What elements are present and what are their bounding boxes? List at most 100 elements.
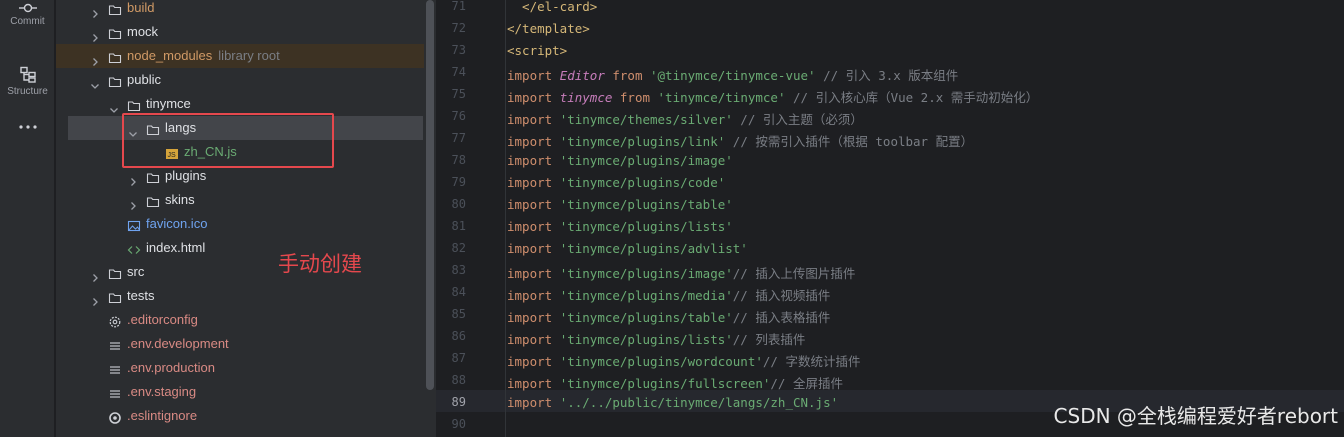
tree-item-mock[interactable]: mock	[56, 20, 424, 44]
tree-item-src[interactable]: src	[56, 260, 424, 284]
structure-icon	[19, 66, 36, 83]
file-name: src	[127, 264, 145, 279]
folder-icon	[108, 49, 122, 64]
code-token: import	[507, 288, 560, 303]
code-line[interactable]: import 'tinymce/plugins/table'	[507, 197, 733, 212]
code-line[interactable]: import 'tinymce/plugins/lists'// 列表插件	[507, 329, 805, 348]
more-tools-button[interactable]	[0, 124, 55, 132]
tree-item-node-modules[interactable]: node_modules library root	[56, 44, 424, 68]
code-token: 'tinymce/plugins/lists'	[559, 332, 733, 347]
file-name: mock	[127, 24, 159, 39]
tree-item-skins[interactable]: skins	[56, 188, 424, 212]
image-file-icon	[127, 217, 141, 232]
code-token: import	[507, 153, 560, 168]
tree-item-label: .editorconfig	[127, 308, 198, 332]
chevron-down-icon[interactable]	[109, 99, 119, 113]
code-token: 'tinymce/plugins/image'	[559, 153, 733, 168]
code-line[interactable]: import '../../public/tinymce/langs/zh_CN…	[507, 395, 838, 410]
file-name: .env.production	[127, 360, 215, 375]
code-token: 'tinymce/plugins/lists'	[559, 219, 733, 234]
code-line[interactable]: </el-card>	[507, 0, 597, 14]
file-name: index.html	[146, 240, 206, 255]
tree-item-public[interactable]: public	[56, 68, 424, 92]
code-line[interactable]: import tinymce from 'tinymce/tinymce' //…	[507, 87, 1038, 106]
chevron-right-icon[interactable]	[90, 3, 100, 18]
file-name: .editorconfig	[127, 312, 198, 327]
code-line[interactable]: import 'tinymce/plugins/fullscreen'// 全屏…	[507, 373, 843, 392]
code-token: import	[507, 241, 560, 256]
code-token: // 插入视频插件	[732, 288, 831, 303]
file-name: tinymce	[146, 96, 191, 111]
tree-item-label: public	[127, 68, 161, 92]
code-token: </template>	[507, 21, 590, 36]
code-token: import	[507, 197, 560, 212]
line-number: 82	[451, 241, 466, 255]
file-name: favicon.ico	[146, 216, 208, 231]
code-token: import	[507, 219, 560, 234]
tree-item-label: mock	[127, 20, 158, 44]
folder-icon	[127, 97, 141, 112]
code-token: // 插入上传图片插件	[732, 266, 856, 281]
code-token: import	[507, 112, 560, 127]
code-line[interactable]: import 'tinymce/plugins/media'// 插入视频插件	[507, 285, 830, 304]
code-line[interactable]: import 'tinymce/themes/silver' // 引入主题（必…	[507, 109, 863, 128]
config-file-icon	[108, 313, 122, 328]
highlight-box	[122, 113, 334, 168]
file-name: .env.development	[127, 336, 229, 351]
tree-item-label: favicon.ico	[146, 212, 207, 236]
chevron-right-icon[interactable]	[128, 171, 138, 186]
gutter-divider	[505, 0, 506, 437]
code-token: import	[507, 395, 560, 410]
chevron-right-icon[interactable]	[128, 195, 138, 210]
chevron-right-icon[interactable]	[90, 267, 100, 282]
code-line[interactable]: import 'tinymce/plugins/code'	[507, 175, 725, 190]
line-number: 86	[451, 329, 466, 343]
code-line[interactable]: import 'tinymce/plugins/advlist'	[507, 241, 748, 256]
chevron-right-icon[interactable]	[90, 51, 100, 66]
code-token: </el-card>	[507, 0, 598, 14]
line-number-gutter: 71 72 73 74 75 76 77 78 79 80 81 82 83 84 85 86 87 88 89 90	[436, 0, 506, 437]
code-line[interactable]: <script>	[507, 43, 567, 58]
chevron-right-icon[interactable]	[90, 27, 100, 42]
tree-item-build[interactable]: build	[56, 0, 424, 20]
code-line[interactable]: import 'tinymce/plugins/link' // 按需引入插件（…	[507, 131, 973, 150]
tree-item-editorconfig[interactable]: .editorconfig	[56, 308, 424, 332]
tree-item-env-staging[interactable]: .env.staging	[56, 380, 424, 404]
line-number: 85	[451, 307, 466, 321]
code-token: import	[507, 175, 560, 190]
tree-scrollbar[interactable]	[426, 0, 434, 390]
file-name: tests	[127, 288, 155, 303]
tree-item-tests[interactable]: tests	[56, 284, 424, 308]
tree-item-label: index.html	[146, 236, 205, 260]
code-token: 'tinymce/plugins/wordcount'	[559, 354, 763, 369]
activity-bar: Commit Structure	[0, 0, 55, 437]
tree-item-label: src	[127, 260, 144, 284]
line-number: 79	[451, 175, 466, 189]
chevron-down-icon[interactable]	[90, 75, 100, 89]
tree-item-env-development[interactable]: .env.development	[56, 332, 424, 356]
code-token: // 插入表格插件	[732, 310, 831, 325]
code-line[interactable]: </template>	[507, 21, 590, 36]
more-icon	[18, 125, 37, 129]
tree-item-index-html[interactable]: index.html	[56, 236, 424, 260]
tree-item-eslintignore[interactable]: .eslintignore	[56, 404, 424, 428]
code-line[interactable]: import 'tinymce/plugins/lists'	[507, 219, 733, 234]
code-line[interactable]: import 'tinymce/plugins/image'	[507, 153, 733, 168]
tree-item-env-production[interactable]: .env.production	[56, 356, 424, 380]
code-line[interactable]: import 'tinymce/plugins/wordcount'// 字数统…	[507, 351, 860, 370]
folder-icon	[108, 73, 122, 88]
tree-item-label: .env.production	[127, 356, 215, 380]
code-line[interactable]: import Editor from '@tinymce/tinymce-vue…	[507, 65, 958, 84]
line-number: 72	[451, 21, 466, 35]
code-line[interactable]: import 'tinymce/plugins/image'// 插入上传图片插…	[507, 263, 855, 282]
code-line[interactable]: import 'tinymce/plugins/table'// 插入表格插件	[507, 307, 830, 326]
code-token: // 引入 3.x 版本组件	[815, 68, 959, 83]
structure-tool[interactable]: Structure	[0, 66, 55, 97]
chevron-right-icon[interactable]	[90, 291, 100, 306]
folder-icon	[146, 193, 160, 208]
code-editor[interactable]: 71 72 73 74 75 76 77 78 79 80 81 82 83 84 85 86 87 88 89 90…	[436, 0, 1344, 437]
text-file-icon	[108, 385, 122, 399]
tree-item-favicon-ico[interactable]: favicon.ico	[56, 212, 424, 236]
file-name: skins	[165, 192, 195, 207]
commit-tool[interactable]: Commit	[0, 2, 55, 27]
